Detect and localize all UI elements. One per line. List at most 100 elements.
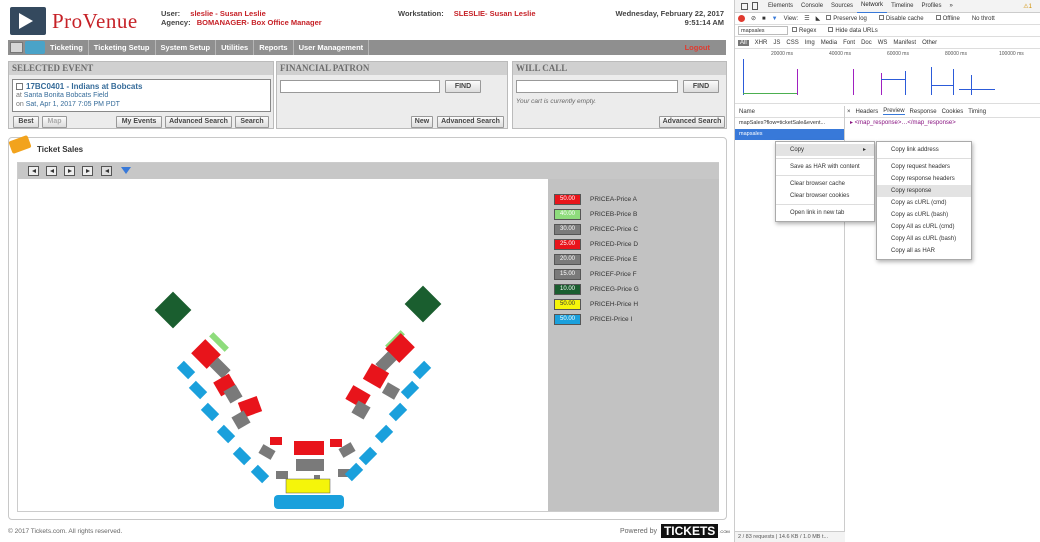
legend-row[interactable]: 20.00 PRICEE-Price E (554, 253, 637, 265)
tab-elements[interactable]: Elements (764, 0, 797, 13)
first-page-icon[interactable] (28, 166, 39, 176)
legend-row[interactable]: 50.00 PRICEI-Price I (554, 313, 632, 325)
copy-response[interactable]: Copy response (877, 185, 971, 197)
tab-timeline[interactable]: Timeline (887, 0, 917, 13)
type-ws[interactable]: WS (878, 40, 888, 46)
selected-event-box[interactable]: 17BC0401 - Indians at Bobcats at Santa B… (12, 79, 271, 112)
type-media[interactable]: Media (821, 40, 837, 46)
next-page-icon[interactable] (64, 166, 75, 176)
logout-link[interactable]: Logout (685, 40, 710, 55)
type-img[interactable]: Img (805, 40, 815, 46)
legend-row[interactable]: 50.00 PRICEH-Price H (554, 298, 638, 310)
calendar-icon[interactable] (101, 166, 112, 176)
home-icon[interactable] (10, 42, 23, 53)
hide-data-checkbox[interactable] (828, 27, 834, 33)
type-other[interactable]: Other (922, 40, 937, 46)
financial-patron-input[interactable] (280, 80, 440, 93)
seat-map[interactable] (18, 179, 548, 511)
will-call-find-button[interactable]: FIND (683, 80, 719, 93)
record-icon[interactable] (738, 15, 745, 22)
menu-system-setup[interactable]: System Setup (156, 40, 217, 55)
financial-patron-find-button[interactable]: FIND (445, 80, 481, 93)
tab-response[interactable]: Response (910, 109, 937, 115)
tab-headers[interactable]: Headers (856, 109, 879, 115)
close-detail-icon[interactable]: × (847, 109, 851, 115)
tab-profiles[interactable]: Profiles (918, 0, 946, 13)
prev-page-icon[interactable] (46, 166, 57, 176)
will-call-advanced-search-button[interactable]: Advanced Search (659, 116, 725, 128)
tickets-logo[interactable]: TICKETS (660, 524, 719, 538)
menu-ticketing-setup[interactable]: Ticketing Setup (89, 40, 156, 55)
type-font[interactable]: Font (843, 40, 855, 46)
tab-network[interactable]: Network (857, 0, 888, 13)
users-icon[interactable] (25, 41, 45, 54)
ctx-save-har[interactable]: Save as HAR with content (776, 161, 874, 173)
type-js[interactable]: JS (773, 40, 780, 46)
copy-all-as-curl-bash[interactable]: Copy All as cURL (bash) (877, 233, 971, 245)
request-item[interactable]: mapSales?flow=ticketSale&event... (735, 118, 844, 129)
copy-as-curl-bash[interactable]: Copy as cURL (bash) (877, 209, 971, 221)
legend-row[interactable]: 25.00 PRICED-Price D (554, 238, 638, 250)
copy-as-curl-cmd[interactable]: Copy as cURL (cmd) (877, 197, 971, 209)
ctx-open-link[interactable]: Open link in new tab (776, 207, 874, 219)
legend-row[interactable]: 30.00 PRICEC-Price C (554, 223, 638, 235)
clear-icon[interactable]: ⊘ (751, 15, 756, 22)
ctx-clear-cache[interactable]: Clear browser cache (776, 178, 874, 190)
filter-input[interactable]: mapsales (738, 26, 788, 35)
offline-checkbox[interactable] (935, 15, 941, 21)
copy-all-as-har[interactable]: Copy all as HAR (877, 245, 971, 257)
copy-all-as-curl-cmd[interactable]: Copy All as cURL (cmd) (877, 221, 971, 233)
type-manifest[interactable]: Manifest (893, 40, 916, 46)
inspect-icon[interactable] (741, 2, 748, 10)
filter-funnel-icon[interactable]: ▼ (772, 16, 778, 22)
menu-reports[interactable]: Reports (254, 40, 294, 55)
copy-response-headers[interactable]: Copy response headers (877, 173, 971, 185)
preserve-log-checkbox[interactable] (826, 15, 832, 21)
type-css[interactable]: CSS (786, 40, 798, 46)
device-icon[interactable] (752, 2, 758, 10)
advanced-search-button[interactable]: Advanced Search (165, 116, 232, 128)
will-call-input[interactable] (516, 80, 678, 93)
menu-user-management[interactable]: User Management (294, 40, 370, 55)
regex-checkbox[interactable] (792, 27, 797, 33)
throttle-select[interactable]: No thrott (972, 16, 995, 22)
list-view-icon[interactable]: ☰ (804, 15, 809, 22)
tab-preview[interactable]: Preview (883, 108, 905, 115)
map-button[interactable]: Map (42, 116, 67, 128)
type-doc[interactable]: Doc (861, 40, 872, 46)
tab-timing[interactable]: Timing (968, 109, 986, 115)
camera-icon[interactable]: ■ (762, 16, 766, 22)
menu-ticketing[interactable]: Ticketing (45, 40, 89, 55)
network-overview[interactable]: 20000 ms 40000 ms 60000 ms 80000 ms 1000… (735, 49, 1040, 104)
response-preview[interactable]: ▸ <map_response>…</map_response> (845, 118, 1040, 129)
request-item-selected[interactable]: mapsales (735, 129, 844, 140)
legend-label: PRICEH-Price H (590, 300, 639, 308)
last-page-icon[interactable] (82, 166, 93, 176)
tab-console[interactable]: Console (797, 0, 827, 13)
patron-advanced-search-button[interactable]: Advanced Search (437, 116, 504, 128)
best-button[interactable]: Best (13, 116, 39, 128)
legend-row[interactable]: 15.00 PRICEF-Price F (554, 268, 637, 280)
tab-cookies[interactable]: Cookies (942, 109, 964, 115)
type-all[interactable]: All (738, 39, 749, 46)
new-patron-button[interactable]: New (411, 116, 433, 128)
menu-utilities[interactable]: Utilities (216, 40, 255, 55)
warning-count[interactable]: ⚠1 (1023, 3, 1032, 10)
disable-cache-checkbox[interactable] (878, 15, 884, 21)
my-events-button[interactable]: My Events (116, 116, 162, 128)
type-xhr[interactable]: XHR (755, 40, 768, 46)
copy-link-address[interactable]: Copy link address (877, 144, 971, 156)
ctx-copy[interactable]: Copy ▸ (776, 144, 874, 156)
tab-sources[interactable]: Sources (827, 0, 857, 13)
more-tabs[interactable]: » (946, 0, 957, 13)
legend-row[interactable]: 50.00 PRICEA-Price A (554, 193, 637, 205)
legend-row[interactable]: 10.00 PRICEG-Price G (554, 283, 639, 295)
overview-icon[interactable]: ◣ (816, 15, 821, 22)
ctx-clear-cookies[interactable]: Clear browser cookies (776, 190, 874, 202)
legend-row[interactable]: 40.00 PRICEB-Price B (554, 208, 637, 220)
search-button[interactable]: Search (235, 116, 269, 128)
name-column-header[interactable]: Name (735, 106, 844, 118)
filter-icon[interactable] (121, 167, 131, 174)
copy-request-headers[interactable]: Copy request headers (877, 161, 971, 173)
right-wing (338, 285, 442, 482)
